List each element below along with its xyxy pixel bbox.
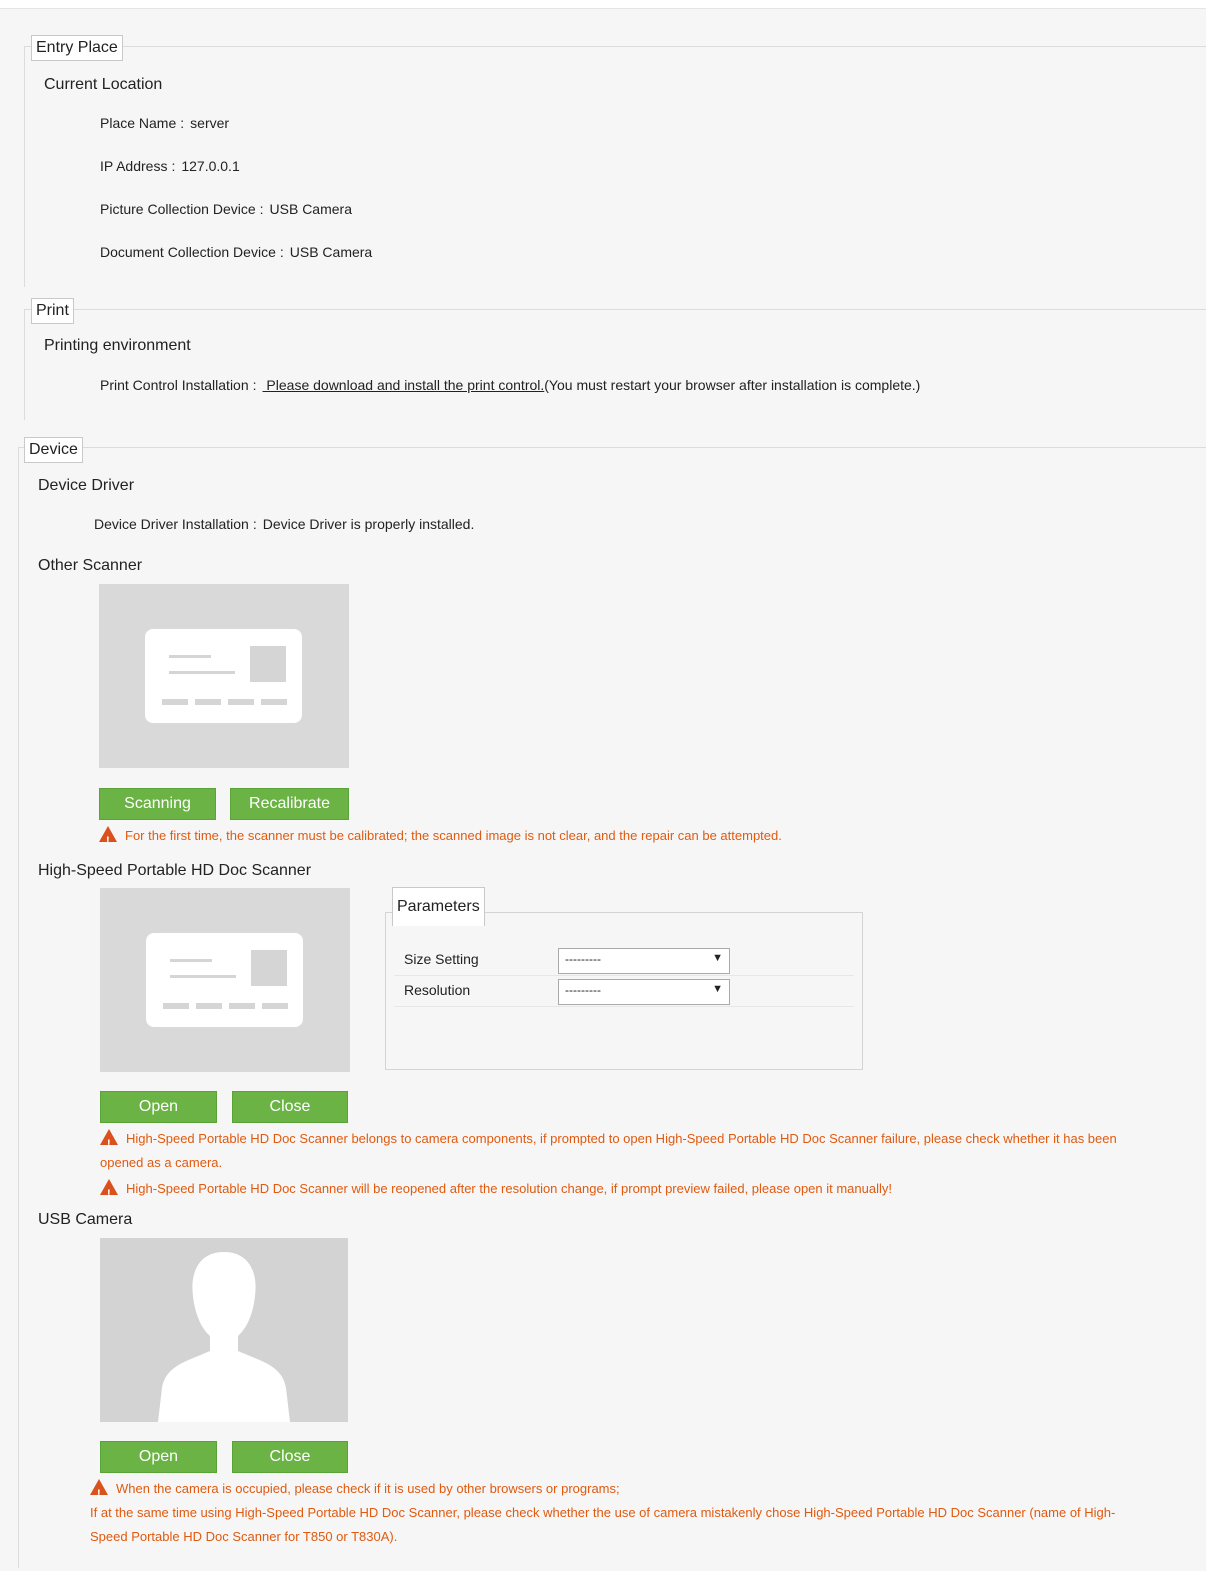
printing-environment-heading: Printing environment	[44, 337, 191, 354]
parameters-legend: Parameters	[392, 887, 485, 926]
current-location-heading: Current Location	[44, 76, 163, 93]
warning-icon	[90, 1479, 108, 1506]
usb-open-button[interactable]: Open	[100, 1441, 217, 1473]
recalibrate-button[interactable]: Recalibrate	[230, 788, 349, 820]
id-card-icon	[146, 933, 303, 1027]
print-legend: Print	[31, 298, 74, 324]
warning-icon	[100, 1129, 118, 1156]
ip-address-label: IP Address	[100, 158, 168, 174]
hs-scanner-preview	[100, 888, 350, 1072]
hs-warning-1: High-Speed Portable HD Doc Scanner belon…	[100, 1127, 1200, 1175]
usb-camera-heading: USB Camera	[38, 1211, 133, 1228]
size-setting-row: Size Setting --------- ▼	[394, 945, 854, 976]
other-scanner-preview	[99, 584, 349, 768]
picture-device-label: Picture Collection Device	[100, 201, 256, 217]
document-device-row: Document Collection Device: USB Camera	[100, 244, 373, 260]
dropdown-arrow-icon: ▼	[712, 983, 723, 995]
print-control-download-link[interactable]: Please download and install the print co…	[263, 377, 544, 393]
warning-icon	[99, 826, 117, 853]
device-driver-heading: Device Driver	[38, 477, 135, 494]
hs-scanner-heading: High-Speed Portable HD Doc Scanner	[38, 862, 312, 879]
print-fieldset	[24, 309, 1206, 420]
hs-open-button[interactable]: Open	[100, 1091, 217, 1123]
device-driver-row: Device Driver Installation: Device Driver…	[94, 516, 475, 532]
dropdown-arrow-icon: ▼	[712, 952, 723, 964]
resolution-select[interactable]: --------- ▼	[558, 979, 730, 1005]
entry-place-legend: Entry Place	[31, 35, 123, 61]
parameters-panel: Parameters Size Setting --------- ▼ Reso…	[385, 887, 863, 1070]
print-control-note: (You must restart your browser after ins…	[544, 377, 921, 393]
usb-close-button[interactable]: Close	[232, 1441, 348, 1473]
hs-close-button[interactable]: Close	[232, 1091, 348, 1123]
usb-warning: When the camera is occupied, please chec…	[90, 1477, 1200, 1549]
hs-warning-2: High-Speed Portable HD Doc Scanner will …	[100, 1177, 892, 1206]
resolution-row: Resolution --------- ▼	[394, 976, 854, 1007]
usb-camera-preview	[100, 1238, 348, 1422]
document-device-label: Document Collection Device	[100, 244, 276, 260]
document-device-value: USB Camera	[289, 244, 373, 260]
device-driver-value: Device Driver is properly installed.	[262, 516, 475, 532]
picture-device-value: USB Camera	[269, 201, 352, 217]
id-card-icon	[145, 629, 302, 723]
device-legend: Device	[24, 437, 83, 463]
other-scanner-warning: For the first time, the scanner must be …	[99, 824, 782, 853]
place-name-value: server	[190, 115, 230, 131]
print-control-label: Print Control Installation	[100, 377, 249, 393]
settings-panel: Entry Place Current Location Place Name:…	[0, 8, 1206, 1571]
size-setting-select[interactable]: --------- ▼	[558, 948, 730, 974]
place-name-row: Place Name: server	[100, 115, 230, 131]
device-driver-label: Device Driver Installation	[94, 516, 249, 532]
place-name-label: Place Name	[100, 115, 177, 131]
ip-address-row: IP Address:127.0.0.1	[100, 158, 240, 174]
scanning-button[interactable]: Scanning	[99, 788, 216, 820]
print-control-row: Print Control Installation: Please downl…	[100, 377, 921, 393]
ip-address-value: 127.0.0.1	[181, 158, 240, 174]
resolution-label: Resolution	[404, 982, 471, 998]
person-silhouette-icon	[158, 1252, 290, 1422]
size-setting-label: Size Setting	[404, 951, 479, 967]
other-scanner-heading: Other Scanner	[38, 557, 143, 574]
picture-device-row: Picture Collection Device: USB Camera	[100, 201, 352, 217]
warning-icon	[100, 1179, 118, 1206]
